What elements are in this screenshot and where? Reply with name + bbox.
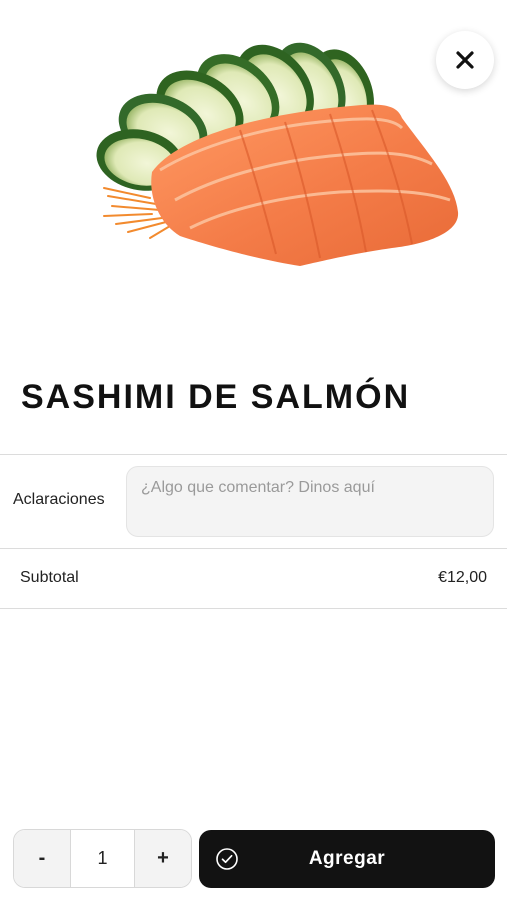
divider-bottom bbox=[0, 608, 507, 609]
product-detail-screen: SASHIMI DE SALMÓN Aclaraciones Subtotal … bbox=[0, 0, 507, 900]
check-circle-icon bbox=[216, 848, 238, 870]
product-image bbox=[0, 0, 507, 330]
decrement-button[interactable]: - bbox=[14, 830, 70, 887]
close-icon bbox=[456, 51, 474, 69]
notes-input[interactable] bbox=[126, 466, 494, 537]
divider-middle bbox=[0, 548, 507, 549]
close-button[interactable] bbox=[436, 31, 494, 89]
add-button-label: Agregar bbox=[308, 848, 386, 869]
notes-label: Aclaraciones bbox=[13, 491, 105, 508]
quantity-stepper: - 1 + bbox=[13, 829, 192, 888]
increment-button[interactable]: + bbox=[135, 830, 191, 887]
subtotal-value: €12,00 bbox=[438, 569, 487, 586]
quantity-value: 1 bbox=[70, 830, 135, 887]
divider-top bbox=[0, 454, 507, 455]
add-to-cart-button[interactable]: Agregar bbox=[199, 830, 495, 888]
product-title: SASHIMI DE SALMÓN bbox=[21, 378, 411, 416]
subtotal-label: Subtotal bbox=[20, 569, 79, 586]
